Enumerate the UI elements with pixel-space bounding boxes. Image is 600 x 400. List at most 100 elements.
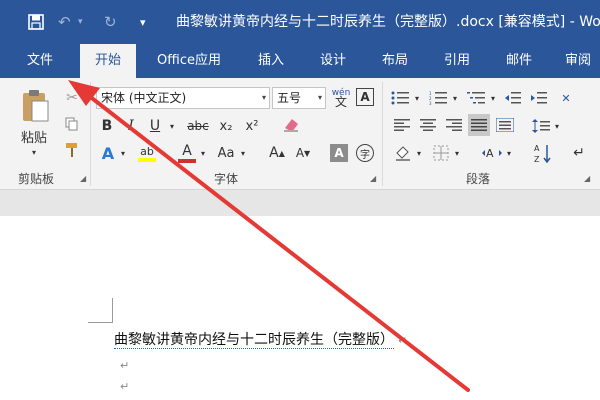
- chinese-layout-icon[interactable]: ✕: [556, 88, 576, 108]
- document-page[interactable]: 曲黎敏讲黄帝内经与十二时辰养生（完整版） ↵ ↵ ↵: [0, 216, 600, 400]
- svg-text:A: A: [534, 144, 540, 153]
- group-separator: [382, 82, 383, 186]
- highlight-button[interactable]: ab: [136, 140, 158, 166]
- distributed-icon[interactable]: [494, 114, 516, 136]
- paragraph-mark-icon: ↵: [120, 380, 130, 393]
- chevron-down-icon: ▾: [317, 93, 322, 102]
- increase-indent-icon[interactable]: [528, 88, 550, 108]
- superscript-button[interactable]: x²: [242, 116, 262, 136]
- document-line-1[interactable]: 曲黎敏讲黄帝内经与十二时辰养生（完整版） ↵: [114, 329, 407, 349]
- undo-icon[interactable]: ↶: [58, 0, 71, 44]
- customize-qat-icon[interactable]: ▾: [140, 0, 146, 44]
- text-direction-dropdown-icon[interactable]: ▾: [504, 142, 514, 164]
- bullets-dropdown-icon[interactable]: ▾: [412, 88, 422, 108]
- tab-design[interactable]: 设计: [308, 44, 358, 78]
- font-color-label: A: [182, 143, 192, 159]
- font-color-button[interactable]: A: [176, 140, 198, 166]
- paste-button[interactable]: 粘贴: [14, 128, 54, 146]
- ribbon-tabs: 文件 开始 Office应用 插入 设计 布局 引用 邮件 审阅: [0, 44, 600, 78]
- multilevel-dropdown-icon[interactable]: ▾: [488, 88, 498, 108]
- save-icon[interactable]: [28, 0, 44, 44]
- font-launcher-icon[interactable]: ◢: [370, 174, 376, 183]
- tab-insert[interactable]: 插入: [246, 44, 296, 78]
- chevron-down-icon: ▾: [261, 93, 266, 102]
- margin-corner-mark: [88, 322, 112, 323]
- svg-text:3: 3: [429, 101, 432, 105]
- line-spacing-icon[interactable]: [530, 116, 552, 136]
- svg-text:Z: Z: [534, 155, 540, 164]
- tab-layout[interactable]: 布局: [370, 44, 420, 78]
- font-name-value: 宋体 (中文正文): [101, 91, 187, 105]
- italic-button[interactable]: I: [122, 116, 140, 136]
- font-color-bar: [178, 159, 196, 163]
- numbering-dropdown-icon[interactable]: ▾: [450, 88, 460, 108]
- bullets-icon[interactable]: [388, 88, 412, 108]
- font-size-value: 五号: [277, 91, 302, 105]
- change-case-button[interactable]: Aa: [214, 142, 238, 164]
- margin-corner-mark: [112, 298, 113, 323]
- highlight-dropdown-icon[interactable]: ▾: [158, 142, 168, 164]
- tab-office-apps[interactable]: Office应用: [146, 44, 232, 78]
- ribbon: 粘贴 ▾ ✂ 剪贴板 ◢ 宋体 (中文正文) ▾ 五号 ▾ wén 文 A B …: [0, 78, 600, 190]
- redo-icon[interactable]: ↻: [104, 0, 117, 44]
- tab-review[interactable]: 审阅: [556, 44, 600, 78]
- window-title: 曲黎敏讲黄帝内经与十二时辰养生（完整版）.docx [兼容模式] - Wo: [176, 14, 600, 30]
- text-effects-dropdown-icon[interactable]: ▾: [118, 142, 128, 164]
- paste-icon[interactable]: [16, 86, 54, 126]
- decrease-indent-icon[interactable]: [502, 88, 524, 108]
- enclose-characters-button[interactable]: 字: [356, 144, 374, 162]
- numbering-icon[interactable]: 123: [426, 88, 450, 108]
- character-border-button[interactable]: A: [356, 88, 374, 106]
- tab-home[interactable]: 开始: [80, 44, 136, 78]
- shrink-font-label: A: [295, 146, 305, 160]
- align-left-icon[interactable]: [392, 116, 412, 134]
- change-case-dropdown-icon[interactable]: ▾: [238, 142, 248, 164]
- align-center-icon[interactable]: [418, 116, 438, 134]
- underline-button[interactable]: U: [146, 116, 164, 136]
- title-bar: ↶ ▾ ↻ ▾ 曲黎敏讲黄帝内经与十二时辰养生（完整版）.docx [兼容模式]…: [0, 0, 600, 44]
- paragraph-launcher-icon[interactable]: ◢: [584, 174, 590, 183]
- justify-icon[interactable]: [468, 114, 490, 136]
- paragraph-mark-icon: ↵: [120, 359, 130, 372]
- show-marks-icon[interactable]: ↵: [568, 142, 590, 164]
- tab-references[interactable]: 引用: [432, 44, 482, 78]
- character-shading-button[interactable]: A: [330, 144, 348, 162]
- svg-text:A: A: [486, 147, 494, 160]
- line-spacing-dropdown-icon[interactable]: ▾: [552, 116, 562, 136]
- text-direction-icon[interactable]: A: [480, 142, 504, 164]
- font-group-label: 字体: [214, 172, 239, 186]
- clear-formatting-icon[interactable]: [280, 114, 302, 136]
- paragraph-group-label: 段落: [466, 172, 491, 186]
- font-size-select[interactable]: 五号 ▾: [272, 87, 326, 109]
- cut-icon[interactable]: ✂: [62, 88, 82, 108]
- grow-font-button[interactable]: A ▲: [268, 142, 286, 164]
- underline-dropdown-icon[interactable]: ▾: [166, 116, 178, 136]
- subscript-button[interactable]: x₂: [216, 116, 236, 136]
- align-right-icon[interactable]: [444, 116, 464, 134]
- font-color-dropdown-icon[interactable]: ▾: [198, 142, 208, 164]
- document-text: 曲黎敏讲黄帝内经与十二时辰养生（完整版）: [114, 332, 394, 349]
- borders-dropdown-icon[interactable]: ▾: [452, 142, 462, 164]
- tab-mailings[interactable]: 邮件: [494, 44, 544, 78]
- format-painter-icon[interactable]: [62, 140, 82, 160]
- strikethrough-button[interactable]: abc: [184, 116, 212, 136]
- document-area: 曲黎敏讲黄帝内经与十二时辰养生（完整版） ↵ ↵ ↵: [0, 190, 600, 400]
- shading-dropdown-icon[interactable]: ▾: [414, 142, 424, 164]
- sort-icon[interactable]: AZ: [532, 140, 554, 166]
- phonetic-guide-button[interactable]: wén 文: [330, 86, 352, 110]
- tab-file[interactable]: 文件: [20, 44, 60, 78]
- borders-icon[interactable]: [430, 142, 452, 164]
- highlight-color-bar: [138, 157, 156, 162]
- highlight-label: ab: [140, 144, 154, 158]
- shrink-font-button[interactable]: A ▼: [294, 142, 312, 164]
- multilevel-list-icon[interactable]: [464, 88, 488, 108]
- undo-dropdown-icon[interactable]: ▾: [78, 0, 83, 44]
- font-name-select[interactable]: 宋体 (中文正文) ▾: [96, 87, 270, 109]
- bold-button[interactable]: B: [98, 116, 116, 136]
- text-effects-button[interactable]: A: [98, 142, 118, 164]
- clipboard-launcher-icon[interactable]: ◢: [80, 174, 86, 183]
- shading-icon[interactable]: [392, 142, 414, 164]
- grow-font-label: A: [269, 145, 279, 161]
- paste-dropdown-icon[interactable]: ▾: [26, 146, 42, 158]
- copy-icon[interactable]: [62, 114, 82, 134]
